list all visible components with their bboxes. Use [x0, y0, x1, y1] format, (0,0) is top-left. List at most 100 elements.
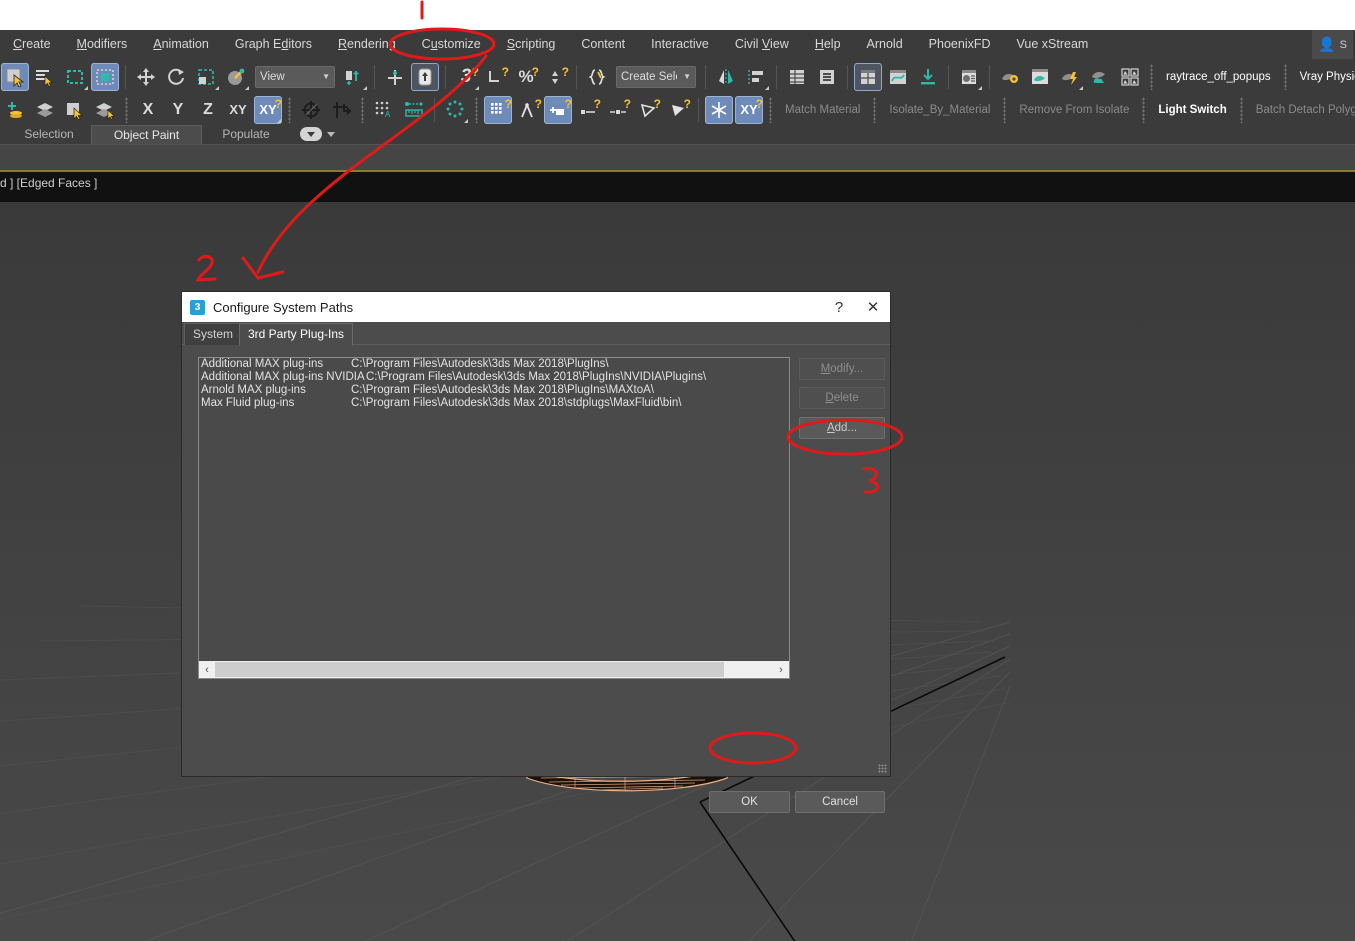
axis-constraint-z-button[interactable]: Z	[194, 96, 222, 124]
menu-item-animation[interactable]: Animation	[140, 30, 222, 59]
ribbon-tab-object-paint[interactable]: Object Paint	[91, 125, 202, 145]
reference-coordinate-system-combo[interactable]: View ▼	[255, 65, 335, 88]
edit-named-selection-sets-button[interactable]	[583, 63, 611, 91]
list-item[interactable]: Additional MAX plug-ins C:\Program Files…	[199, 358, 789, 371]
cancel-button[interactable]: Cancel	[795, 791, 885, 813]
script-button-light-switch[interactable]: Light Switch	[1150, 96, 1234, 124]
delete-button[interactable]: Delete	[799, 387, 885, 409]
list-item[interactable]: Additional MAX plug-ins NVIDIA C:\Progra…	[199, 371, 789, 384]
spinner-snap-toggle-button[interactable]: ?	[542, 63, 570, 91]
align-flyout-button[interactable]	[742, 63, 770, 91]
schematic-view-button[interactable]	[914, 63, 942, 91]
ribbon-tab-populate[interactable]: Populate	[204, 125, 288, 144]
render-in-cloud-button[interactable]	[1086, 63, 1114, 91]
object-paint-layers-button[interactable]	[31, 96, 59, 124]
window-crossing-button[interactable]	[91, 62, 119, 91]
select-and-manipulate-button[interactable]	[381, 63, 409, 91]
snap-face-button[interactable]: ?	[634, 96, 662, 124]
menu-item-graph-editors[interactable]: Graph Editors	[222, 30, 325, 59]
curve-editor-button[interactable]	[884, 63, 912, 91]
dialog-resize-grip[interactable]	[878, 764, 887, 773]
rectangular-selection-region-button[interactable]	[61, 63, 89, 91]
chevron-down-icon[interactable]	[327, 132, 335, 137]
script-button-raytrace-off-popups[interactable]: raytrace_off_popups	[1158, 63, 1279, 91]
render-production-button[interactable]	[1056, 63, 1084, 91]
menu-item-help[interactable]: Help	[802, 30, 854, 59]
snap-grid-button[interactable]: ?	[484, 95, 512, 124]
add-button[interactable]: Add...	[799, 417, 885, 439]
axis-constraint-flyout-button[interactable]: XY ?	[254, 95, 282, 124]
list-item[interactable]: Arnold MAX plug-ins C:\Program Files\Aut…	[199, 384, 789, 397]
object-paint-fill-button[interactable]	[91, 96, 119, 124]
script-button-isolate-by-material[interactable]: Isolate_By_Material	[881, 96, 998, 124]
menu-item-customize[interactable]: Customize	[409, 30, 494, 59]
angle-snap-toggle-button[interactable]: ?	[482, 63, 510, 91]
scroll-right-icon[interactable]: ›	[773, 662, 789, 677]
menu-item-create[interactable]: Create	[0, 30, 64, 59]
rendered-frame-window-button[interactable]	[1026, 63, 1054, 91]
named-selection-sets-combo[interactable]: Create Selection Se ▼	[616, 65, 696, 88]
account-button[interactable]: 👤 S	[1312, 30, 1353, 59]
dialog-help-button[interactable]: ?	[822, 292, 856, 322]
ok-button[interactable]: OK	[709, 791, 790, 813]
ribbon-toggle-button[interactable]	[854, 62, 882, 91]
spacing-tool-button[interactable]	[441, 96, 469, 124]
menu-item-arnold[interactable]: Arnold	[854, 30, 916, 59]
menu-item-interactive[interactable]: Interactive	[638, 30, 722, 59]
scroll-left-icon[interactable]: ‹	[199, 662, 215, 677]
transform-gizmo-button[interactable]	[327, 96, 355, 124]
script-button-remove-from-isolate[interactable]: Remove From Isolate	[1011, 96, 1137, 124]
snap-pivot-button[interactable]: ?	[544, 95, 572, 124]
tab-3rd-party-plugins[interactable]: 3rd Party Plug-Ins	[239, 323, 354, 346]
align-to-view-button[interactable]	[297, 96, 325, 124]
script-button-batch-detach-polygons[interactable]: Batch Detach Polygons	[1248, 96, 1355, 124]
snap-face-filled-button[interactable]: ?	[664, 96, 692, 124]
configure-system-paths-dialog[interactable]: 3 Configure System Paths ? ✕ System 3rd …	[182, 292, 890, 813]
tab-system[interactable]: System	[184, 323, 243, 345]
menu-item-vue-xstream[interactable]: Vue xStream	[1004, 30, 1102, 59]
measure-tape-button[interactable]	[400, 96, 428, 124]
menu-item-phoenixfd[interactable]: PhoenixFD	[916, 30, 1004, 59]
snap-freeze-button[interactable]	[705, 95, 733, 124]
snap-edge-start-button[interactable]: ?	[574, 96, 602, 124]
object-paint-select-button[interactable]	[61, 96, 89, 124]
material-editor-button[interactable]	[955, 63, 983, 91]
horizontal-scrollbar[interactable]: ‹ ›	[198, 661, 790, 679]
mirror-button[interactable]	[712, 63, 740, 91]
render-setup-button[interactable]	[996, 63, 1024, 91]
snap-3d-button[interactable]: 3 ?	[452, 63, 480, 91]
ribbon-minimize-button[interactable]	[300, 127, 322, 141]
select-object-button[interactable]	[1, 62, 29, 91]
object-paint-brush-button[interactable]	[1, 96, 29, 124]
ribbon-tab-selection[interactable]: Selection	[10, 125, 88, 144]
plugin-paths-list[interactable]: Additional MAX plug-ins C:\Program Files…	[198, 357, 790, 663]
use-center-flyout-button[interactable]	[340, 63, 368, 91]
menu-item-rendering[interactable]: Rendering	[325, 30, 409, 59]
percent-snap-toggle-button[interactable]: % ?	[512, 63, 540, 91]
snap-xy-button[interactable]: XY ?	[735, 95, 763, 124]
array-snapshot-button[interactable]: A	[370, 96, 398, 124]
scene-explorer-button[interactable]	[783, 63, 811, 91]
axis-constraint-xy-button[interactable]: XY	[224, 96, 252, 124]
scrollbar-thumb[interactable]	[215, 662, 724, 677]
menu-item-modifiers[interactable]: Modifiers	[64, 30, 141, 59]
list-item[interactable]: Max Fluid plug-ins C:\Program Files\Auto…	[199, 397, 789, 410]
menu-item-scripting[interactable]: Scripting	[494, 30, 569, 59]
axis-constraint-y-button[interactable]: Y	[164, 96, 192, 124]
select-and-scale-button[interactable]	[192, 63, 220, 91]
script-button-vray-physic[interactable]: Vray Physic	[1292, 63, 1355, 91]
snap-vertex-button[interactable]: ?	[514, 96, 542, 124]
open-render-map-button[interactable]	[1116, 63, 1144, 91]
close-icon[interactable]: ✕	[856, 292, 890, 322]
menu-item-content[interactable]: Content	[568, 30, 638, 59]
select-and-rotate-button[interactable]	[162, 63, 190, 91]
select-and-place-button[interactable]	[222, 63, 250, 91]
select-by-name-button[interactable]	[31, 63, 59, 91]
layer-explorer-button[interactable]	[813, 63, 841, 91]
select-and-move-button[interactable]	[132, 63, 160, 91]
axis-constraint-x-button[interactable]: X	[134, 96, 162, 124]
modify-button[interactable]: Modify...	[799, 358, 885, 380]
dialog-titlebar[interactable]: 3 Configure System Paths ? ✕	[182, 292, 890, 322]
snap-edge-midpoint-button[interactable]: ?	[604, 96, 632, 124]
script-button-match-material[interactable]: Match Material	[777, 96, 868, 124]
